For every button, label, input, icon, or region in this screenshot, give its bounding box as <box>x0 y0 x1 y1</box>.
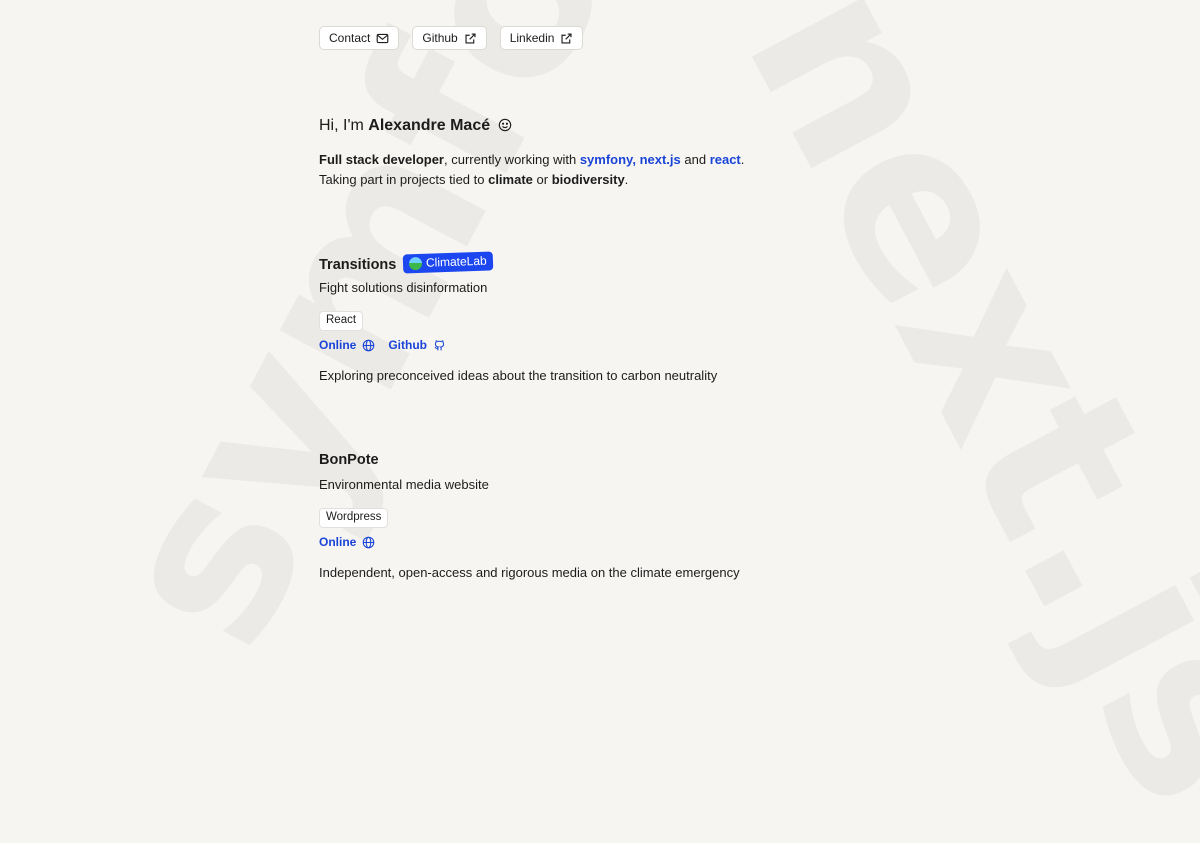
role-text: Full stack developer <box>319 152 444 167</box>
earth-icon <box>409 256 423 270</box>
intro-mid-text: , currently working with <box>444 152 580 167</box>
line2-or: or <box>532 171 552 187</box>
contact-button[interactable]: Contact <box>319 26 400 50</box>
project-description: Independent, open-access and rigorous me… <box>319 565 740 580</box>
online-link[interactable]: Online <box>319 535 375 549</box>
line2-prefix: Taking part in projects tied to <box>319 171 489 187</box>
intro-text: Full stack developer, currently working … <box>319 150 744 189</box>
climatelab-badge[interactable]: ClimateLab <box>403 251 494 274</box>
online-label: Online <box>319 338 357 352</box>
project-title-bonpote: BonPote <box>319 452 379 468</box>
github-label: Github <box>422 31 458 45</box>
github-button[interactable]: Github <box>412 26 487 50</box>
intro-line-2: Taking part in projects tied to climate … <box>319 170 744 190</box>
tech-separator: , <box>632 152 636 167</box>
project-description: Exploring preconceived ideas about the t… <box>319 368 718 383</box>
author-name: Alexandre Macé <box>368 117 491 134</box>
project-title-text: BonPote <box>319 452 379 468</box>
project-subtitle: Fight solutions disinformation <box>319 280 488 295</box>
online-link[interactable]: Online <box>319 338 375 352</box>
symfony-link[interactable]: symfony <box>580 152 633 167</box>
globe-icon <box>363 339 375 351</box>
line2-end: . <box>624 171 629 187</box>
linkedin-button[interactable]: Linkedin <box>499 26 584 50</box>
online-label: Online <box>319 535 357 549</box>
greeting-heading: Hi, I'm Alexandre Macé <box>319 117 512 135</box>
project-title-transitions: Transitions ClimateLab <box>319 251 494 274</box>
mail-icon <box>377 33 389 43</box>
github-icon <box>434 339 445 350</box>
project-links: Online Github <box>319 338 446 352</box>
smiley-icon <box>498 118 511 132</box>
intro-line-1: Full stack developer, currently working … <box>319 150 744 170</box>
biodiversity-text: biodiversity <box>551 171 625 187</box>
project-links: Online <box>319 535 375 549</box>
external-link-icon <box>465 32 476 44</box>
external-link-icon <box>561 32 572 44</box>
tech-tag-react: React <box>319 311 364 331</box>
background-word-nextjs: next.js <box>694 0 1200 843</box>
nextjs-link[interactable]: next.js <box>640 152 681 167</box>
github-link-label: Github <box>388 338 427 352</box>
badge-label: ClimateLab <box>426 253 488 270</box>
project-title-text: Transitions <box>319 256 397 273</box>
linkedin-label: Linkedin <box>509 31 555 45</box>
top-nav: Contact Github Linkedin <box>319 26 584 50</box>
greeting-prefix: Hi, I'm <box>319 117 369 134</box>
tech-tag-wordpress: Wordpress <box>319 508 389 528</box>
project-subtitle: Environmental media website <box>319 477 489 492</box>
github-link[interactable]: Github <box>388 338 446 352</box>
climate-text: climate <box>488 171 533 187</box>
intro-and-text: and <box>680 152 710 167</box>
intro-end-text: . <box>740 152 745 167</box>
globe-icon <box>363 536 375 548</box>
react-link[interactable]: react <box>710 152 741 167</box>
contact-label: Contact <box>329 31 371 45</box>
